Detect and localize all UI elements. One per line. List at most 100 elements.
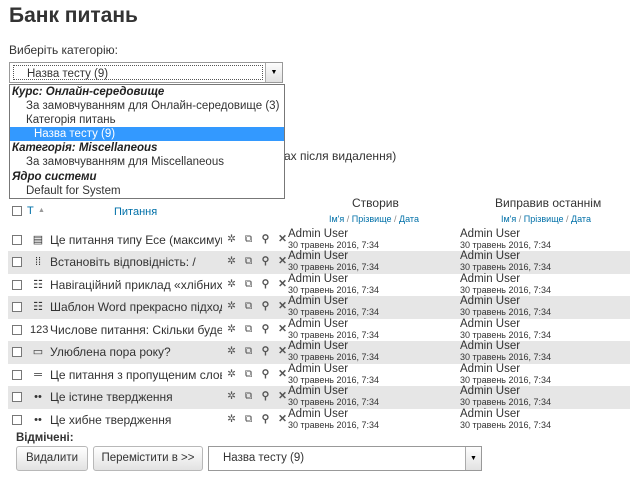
copy-icon[interactable]: ⧉ — [240, 323, 257, 336]
row-checkbox[interactable] — [12, 257, 22, 267]
created-sort-links: Ім'я / Прізвище / Дата — [329, 214, 419, 224]
matching-icon: ⁞⁞ — [34, 256, 42, 268]
category-group-label: Ядро системи — [12, 170, 97, 183]
question-name: Шаблон Word прекрасно підходи — [50, 300, 222, 314]
category-option[interactable]: Категорія питань — [10, 113, 284, 127]
row-checkbox[interactable] — [12, 414, 22, 425]
modified-date: 30 травень 2016, 7:34 — [460, 307, 552, 317]
search-icon[interactable]: ⚲ — [257, 278, 274, 290]
sort-first-name-link[interactable]: Ім'я — [501, 214, 516, 224]
search-icon[interactable]: ⚲ — [257, 233, 274, 245]
modified-date: 30 травень 2016, 7:34 — [460, 397, 552, 407]
row-checkbox[interactable] — [12, 369, 22, 380]
created-date: 30 травень 2016, 7:34 — [288, 284, 380, 295]
gear-icon[interactable]: ✲ — [223, 368, 240, 380]
table-row: 123 Числове питання: Скільки буде 2 ✲ ⧉ ⚲ ✕ Ad… — [8, 317, 630, 342]
search-icon[interactable]: ⚲ — [257, 413, 274, 425]
created-by-user: Admin User — [288, 295, 349, 307]
category-option[interactable]: За замовчуванням для Miscellaneous — [10, 155, 284, 169]
row-checkbox[interactable] — [12, 302, 22, 312]
category-dropdown-list[interactable]: Курс: Онлайн-середовище За замовчуванням … — [9, 84, 285, 199]
search-icon[interactable]: ⚲ — [257, 390, 274, 402]
row-checkbox[interactable] — [12, 392, 22, 402]
modified-by-user: Admin User — [460, 340, 521, 352]
created-date: 30 травень 2016, 7:34 — [288, 329, 380, 340]
column-created-header: Створив — [352, 196, 399, 210]
move-to-button[interactable]: Перемістити в >> — [93, 446, 203, 471]
category-group-label: Курс: Онлайн-середовище — [12, 86, 165, 98]
modified-sort-links: Ім'я / Прізвище / Дата — [501, 214, 591, 224]
move-target-select[interactable]: Назва тесту (9) ▼ — [208, 446, 482, 471]
question-name: Це хибне твердження — [50, 412, 172, 427]
copy-icon[interactable]: ⧉ — [240, 368, 257, 381]
row-checkbox[interactable] — [12, 279, 22, 290]
table-row: ☷ Шаблон Word прекрасно підходи ✲ ⧉ ⚲ ✕ Admin … — [8, 295, 630, 319]
sort-question-link[interactable]: Питання — [114, 206, 157, 218]
created-by-user: Admin User — [288, 317, 349, 330]
modified-date: 30 травень 2016, 7:34 — [460, 239, 552, 250]
select-all-checkbox[interactable] — [12, 206, 22, 216]
created-by-user: Admin User — [288, 340, 349, 352]
gear-icon[interactable]: ✲ — [223, 345, 240, 357]
table-row: •• Це істине твердження ✲ ⧉ ⚲ ✕ Admin User 30 т… — [8, 385, 630, 409]
gear-icon[interactable]: ✲ — [223, 233, 240, 245]
sort-first-name-link[interactable]: Ім'я — [329, 214, 344, 224]
created-by-user: Admin User — [288, 385, 349, 397]
gear-icon[interactable]: ✲ — [223, 390, 240, 402]
created-by-user: Admin User — [288, 407, 349, 420]
row-checkbox[interactable] — [12, 234, 22, 245]
category-option[interactable]: За замовчуванням для Онлайн-середовище (… — [10, 99, 284, 113]
category-option[interactable]: Назва тесту (9) — [10, 127, 284, 142]
created-by-user: Admin User — [288, 362, 349, 375]
shortanswer-icon: ▭ — [32, 346, 44, 358]
row-checkbox[interactable] — [12, 324, 22, 335]
search-icon[interactable]: ⚲ — [257, 300, 274, 312]
category-select-value: Назва тесту (9) — [13, 65, 263, 80]
row-checkbox[interactable] — [12, 347, 22, 357]
created-date: 30 травень 2016, 7:34 — [288, 419, 380, 430]
modified-date: 30 травень 2016, 7:34 — [460, 419, 552, 430]
created-date: 30 травень 2016, 7:34 — [288, 352, 380, 362]
gear-icon[interactable]: ✲ — [223, 278, 240, 290]
modified-date: 30 травень 2016, 7:34 — [460, 352, 552, 362]
table-row: ⁞⁞ Встановіть відповідність: / ✲ ⧉ ⚲ ✕ Admin U… — [8, 250, 630, 274]
modified-by-user: Admin User — [460, 272, 521, 285]
copy-icon[interactable]: ⧉ — [240, 233, 257, 246]
modified-by-user: Admin User — [460, 407, 521, 420]
copy-icon[interactable]: ⧉ — [240, 278, 257, 291]
category-option[interactable]: Default for System — [10, 184, 284, 198]
modified-by-user: Admin User — [460, 385, 521, 397]
copy-icon[interactable]: ⧉ — [240, 255, 257, 268]
chevron-down-icon[interactable]: ▼ — [465, 447, 481, 470]
copy-icon[interactable]: ⧉ — [240, 390, 257, 403]
table-row: ▤ Це питання типу Есе (максимум ✲ ⧉ ⚲ ✕ Admin … — [8, 228, 630, 252]
show-hidden-label: ах після видалення) — [284, 149, 397, 163]
created-date: 30 травень 2016, 7:34 — [288, 262, 380, 272]
chevron-down-icon[interactable]: ▼ — [265, 63, 282, 82]
sort-type-link[interactable]: Т — [27, 205, 34, 217]
sort-date-link[interactable]: Дата — [399, 214, 419, 224]
gear-icon[interactable]: ✲ — [223, 255, 240, 267]
delete-button[interactable]: Видалити — [16, 446, 88, 471]
sort-last-name-link[interactable]: Прізвище — [352, 214, 392, 224]
sort-ascending-icon: ▲ — [38, 207, 45, 214]
gear-icon[interactable]: ✲ — [223, 300, 240, 312]
search-icon[interactable]: ⚲ — [257, 255, 274, 267]
gapfill-icon: ═ — [34, 368, 42, 381]
question-name: Це істине твердження — [50, 390, 173, 404]
search-icon[interactable]: ⚲ — [257, 368, 274, 380]
modified-date: 30 травень 2016, 7:34 — [460, 374, 552, 385]
category-select[interactable]: Назва тесту (9) ▼ — [9, 62, 283, 83]
gear-icon[interactable]: ✲ — [223, 413, 240, 425]
question-name: Числове питання: Скільки буде 2 — [50, 322, 222, 337]
table-row: ☷ Навігаційний приклад «хлібних кр ✲ ⧉ ⚲ ✕ Adm… — [8, 272, 630, 297]
gear-icon[interactable]: ✲ — [223, 323, 240, 335]
search-icon[interactable]: ⚲ — [257, 323, 274, 335]
search-icon[interactable]: ⚲ — [257, 345, 274, 357]
copy-icon[interactable]: ⧉ — [240, 345, 257, 358]
with-selected-label: Відмічені: — [16, 432, 74, 444]
sort-date-link[interactable]: Дата — [571, 214, 591, 224]
sort-last-name-link[interactable]: Прізвище — [524, 214, 564, 224]
copy-icon[interactable]: ⧉ — [240, 300, 257, 313]
copy-icon[interactable]: ⧉ — [240, 413, 257, 426]
